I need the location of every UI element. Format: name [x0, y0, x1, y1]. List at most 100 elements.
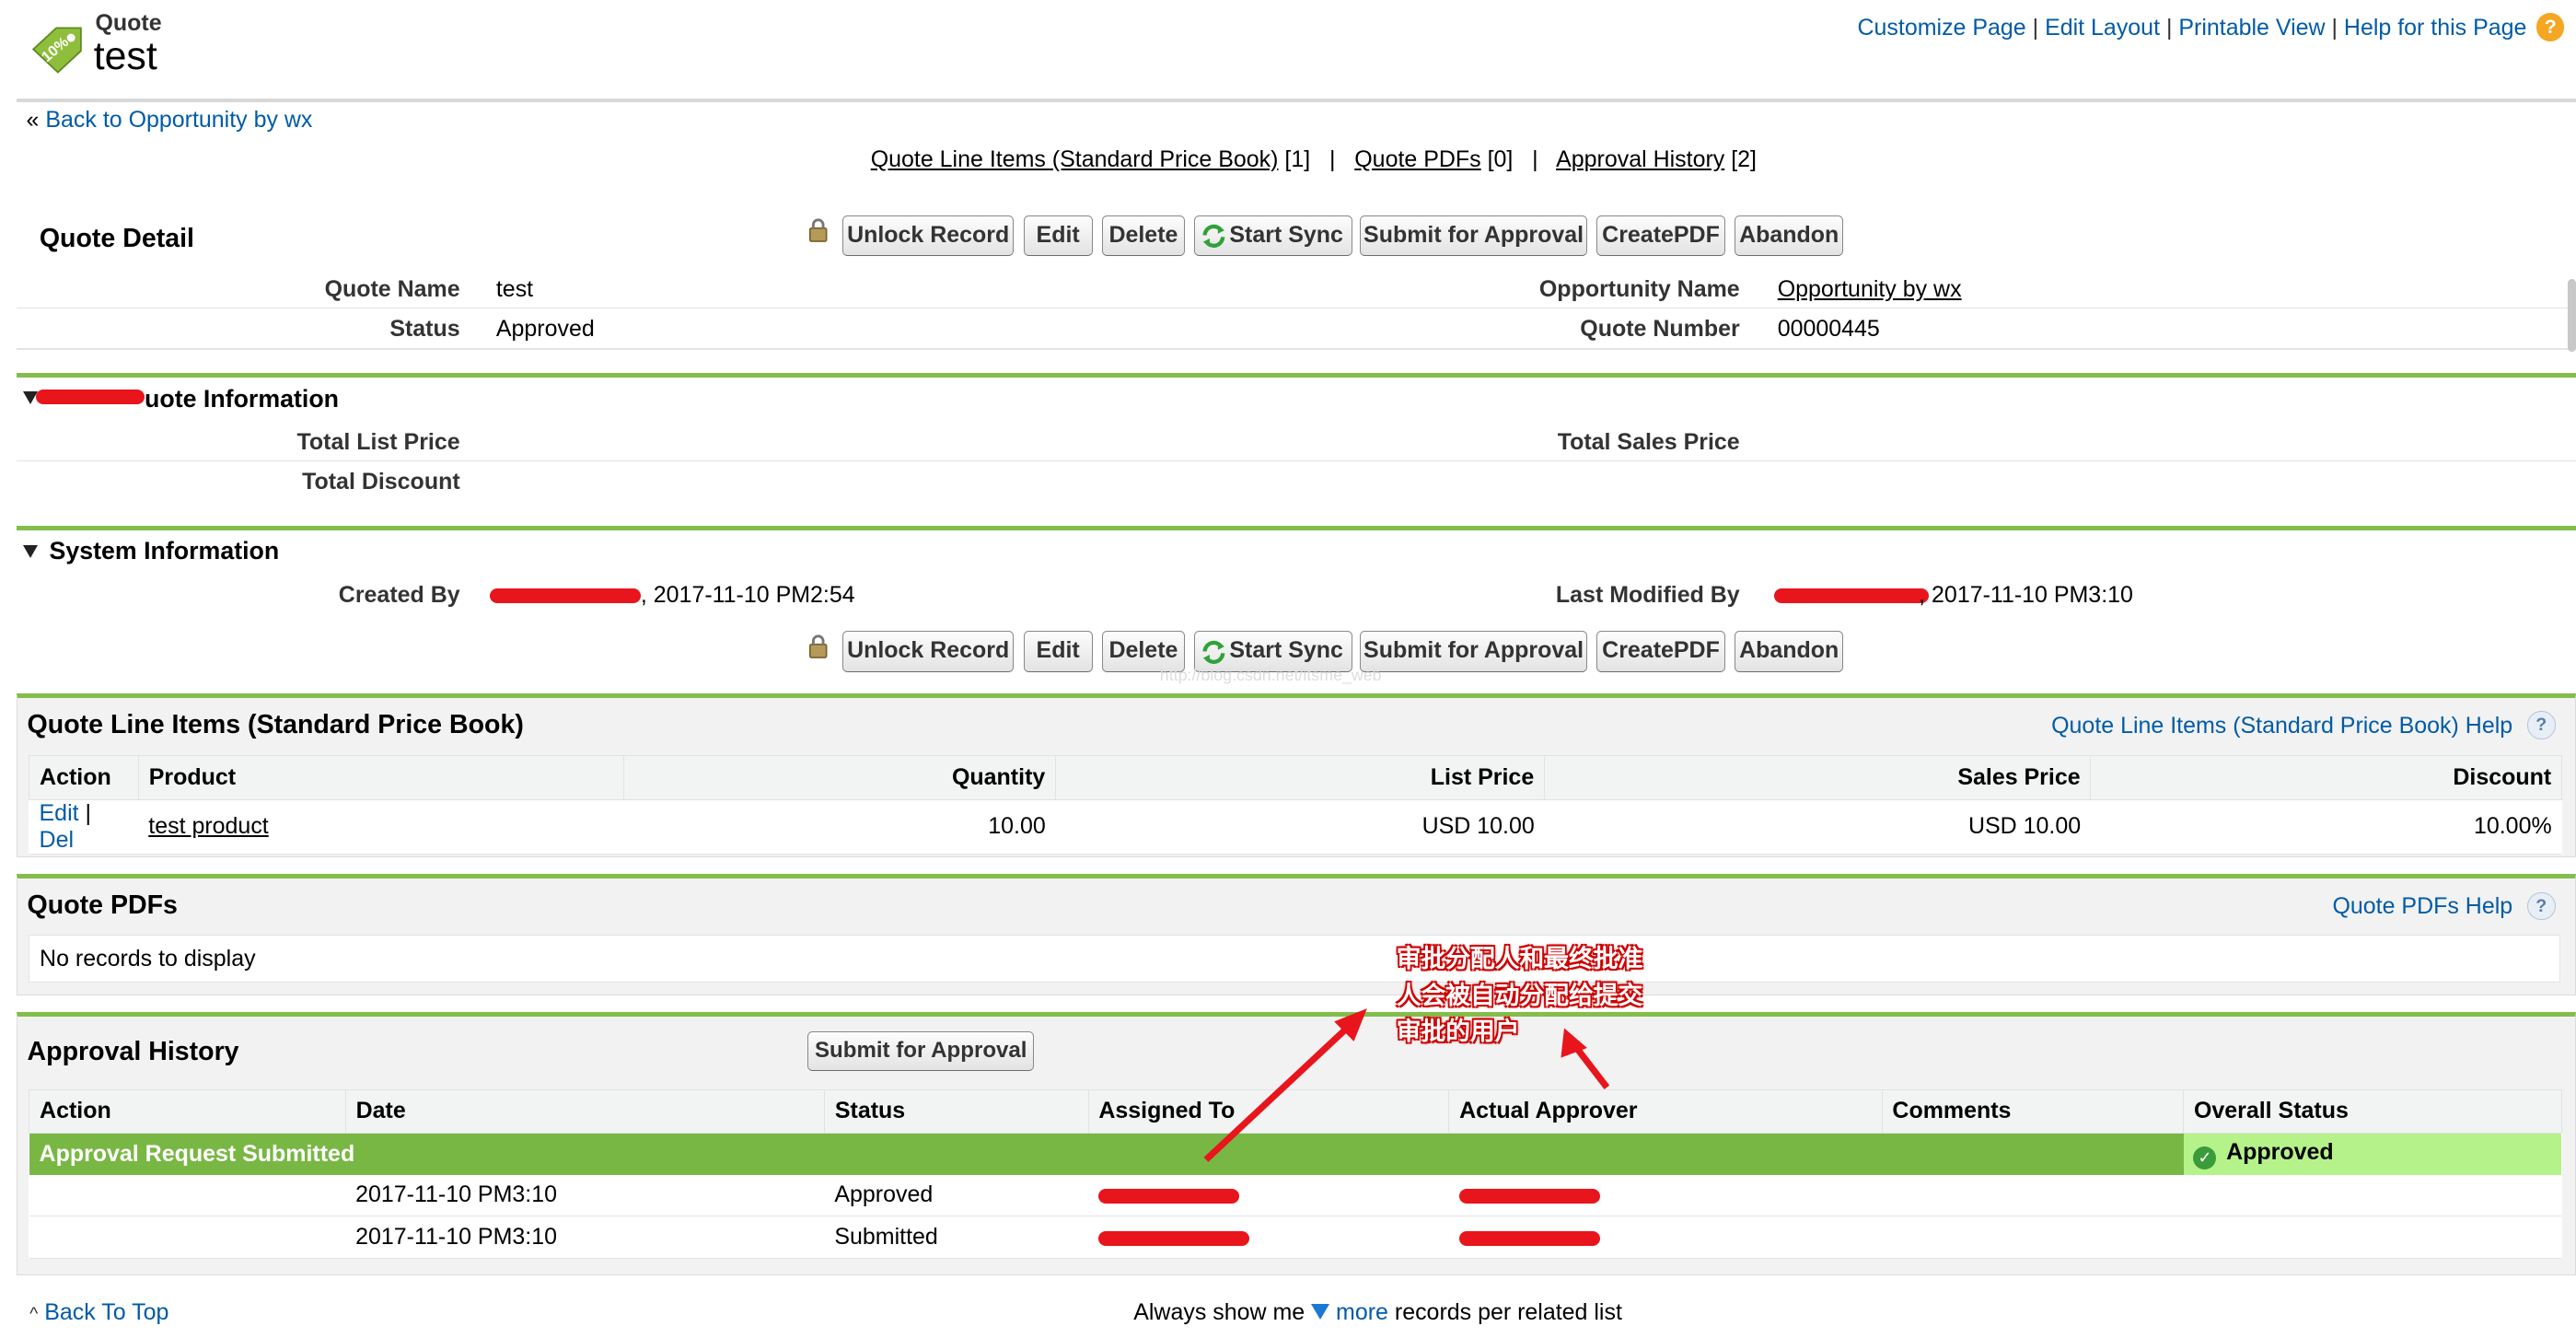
date-cell: 2017-11-10 PM3:10 [345, 1216, 825, 1259]
total-discount-label: Total Discount [302, 468, 460, 494]
triangle-down-icon[interactable] [1311, 1304, 1330, 1320]
page-title: test [93, 34, 157, 79]
unlock-record-button[interactable]: Unlock Record [842, 215, 1014, 257]
related-list-links: Quote Line Items (Standard Price Book) [… [870, 145, 1757, 172]
delete-button[interactable]: Delete [1102, 215, 1185, 257]
create-pdf-button[interactable]: CreatePDF [1596, 631, 1725, 672]
caret-up-icon: ^ [29, 1304, 39, 1325]
quote-number-label: Quote Number [1580, 315, 1740, 342]
check-circle-icon: ✓ [2193, 1146, 2217, 1169]
sync-icon [1201, 638, 1226, 664]
redaction-mark [36, 389, 145, 404]
start-sync-button[interactable]: Start Sync [1194, 215, 1352, 257]
product-link[interactable]: test product [148, 813, 268, 839]
status-label: Status [389, 315, 460, 342]
customize-page-link[interactable]: Customize Page [1858, 15, 2026, 41]
created-by-value: , 2017-11-10 PM2:54 [640, 581, 855, 608]
collapse-triangle-icon[interactable] [22, 545, 38, 559]
back-to-opportunity-link[interactable]: Back to Opportunity by wx [45, 107, 312, 133]
help-icon[interactable]: ? [2536, 13, 2565, 41]
column-header: Action [29, 755, 140, 800]
row-divider [16, 348, 2576, 351]
section-bar [16, 526, 2576, 531]
related-link-approval[interactable]: Approval History [2] [1556, 146, 1757, 172]
related-link-pdfs[interactable]: Quote PDFs [0] [1354, 146, 1513, 172]
row-divider [16, 460, 2576, 462]
opportunity-name-label: Opportunity Name [1538, 275, 1740, 302]
quantity-cell: 10.00 [623, 799, 1056, 855]
printable-view-link[interactable]: Printable View [2178, 15, 2325, 41]
top-links: Customize Page | Edit Layout | Printable… [1857, 15, 2527, 41]
overall-status-empty [2183, 1174, 2562, 1217]
redaction-mark [489, 588, 641, 603]
more-link[interactable]: more [1336, 1299, 1388, 1325]
date-cell: 2017-11-10 PM3:10 [345, 1174, 825, 1217]
section-bar [16, 373, 2576, 378]
watermark: http://blog.csdn.net/itsme_web [1159, 665, 1382, 684]
lock-icon [808, 634, 828, 667]
related-link-line-items[interactable]: Quote Line Items (Standard Price Book) [… [871, 146, 1310, 172]
submit-for-approval-button[interactable]: Submit for Approval [807, 1031, 1035, 1072]
comments-cell [1882, 1216, 2184, 1259]
edit-button[interactable]: Edit [1023, 631, 1093, 672]
header-divider [16, 99, 2576, 102]
sales-price-cell: USD 10.00 [1544, 799, 2091, 855]
line-items-panel: Quote Line Items (Standard Price Book) Q… [16, 693, 2576, 858]
comments-cell [1882, 1174, 2184, 1217]
opportunity-name-link[interactable]: Opportunity by wx [1778, 276, 1962, 303]
last-modified-by-value: , 2017-11-10 PM3:10 [1919, 581, 2133, 608]
column-header: Sales Price [1543, 755, 2092, 800]
overall-status-cell: ✓ Approved [2183, 1133, 2562, 1175]
del-link[interactable]: Del [40, 827, 74, 853]
quote-icon: 10% [27, 23, 86, 79]
list-price-cell: USD 10.00 [1055, 799, 1545, 855]
approval-history-title: Approval History [27, 1036, 239, 1066]
line-items-table: Action Product Quantity List Price Sales… [29, 755, 2562, 855]
submit-for-approval-button[interactable]: Submit for Approval [1360, 631, 1587, 672]
column-header: Action [29, 1088, 346, 1134]
edit-layout-link[interactable]: Edit Layout [2045, 15, 2160, 41]
edit-link[interactable]: Edit [40, 800, 79, 826]
last-modified-by-label: Last Modified By [1555, 581, 1740, 608]
group-label: Approval Request Submitted [39, 1140, 355, 1167]
redaction-mark [1774, 588, 1929, 603]
edit-button[interactable]: Edit [1023, 215, 1093, 257]
annotation-text: 审批分配人和最终批准 人会被自动分配给提交 审批的用户 [1396, 945, 1643, 1045]
abandon-button[interactable]: Abandon [1735, 631, 1844, 672]
system-information-title: System Information [49, 537, 280, 565]
status-value: Approved [495, 315, 595, 342]
no-records-text: No records to display [40, 945, 256, 972]
total-list-price-label: Total List Price [296, 428, 460, 455]
column-header: Discount [2090, 755, 2562, 800]
lock-icon [808, 218, 828, 250]
help-page-link[interactable]: Help for this Page [2344, 15, 2526, 41]
quote-pdfs-help-link[interactable]: Quote PDFs Help [2332, 893, 2512, 920]
table-header-row: Action Product Quantity List Price Sales… [29, 755, 2562, 800]
overall-status-empty [2183, 1216, 2562, 1259]
unlock-record-button[interactable]: Unlock Record [842, 631, 1014, 672]
column-header: Product [138, 755, 625, 800]
assigned-to-cell [1088, 1216, 1449, 1259]
column-header: Overall Status [2183, 1088, 2562, 1134]
scrollbar-thumb[interactable] [2568, 279, 2576, 352]
quote-name-label: Quote Name [324, 275, 460, 302]
status-cell: Approved [824, 1174, 1089, 1217]
action-cell [29, 1216, 346, 1259]
quote-information-title: uote Information [145, 384, 340, 413]
line-items-help-link[interactable]: Quote Line Items (Standard Price Book) H… [2051, 713, 2512, 739]
quote-pdfs-panel: Quote PDFs Quote PDFs Help ? No records … [16, 874, 2576, 996]
row-divider [16, 307, 2576, 309]
help-question-icon[interactable]: ? [2526, 891, 2556, 921]
action-cell: Edit | Del [29, 799, 139, 855]
discount-cell: 10.00% [2090, 799, 2562, 855]
back-to-top-link[interactable]: ^ Back To Top [29, 1299, 168, 1326]
submit-for-approval-button[interactable]: Submit for Approval [1360, 215, 1587, 257]
object-type-label: Quote [95, 9, 162, 36]
total-sales-price-label: Total Sales Price [1557, 428, 1740, 455]
help-question-icon[interactable]: ? [2526, 711, 2556, 739]
records-per-list-row: Always show me more records per related … [1133, 1299, 1622, 1326]
create-pdf-button[interactable]: CreatePDF [1596, 215, 1725, 257]
actual-approver-cell [1448, 1216, 1883, 1259]
column-header: List Price [1054, 755, 1545, 800]
abandon-button[interactable]: Abandon [1735, 215, 1844, 257]
